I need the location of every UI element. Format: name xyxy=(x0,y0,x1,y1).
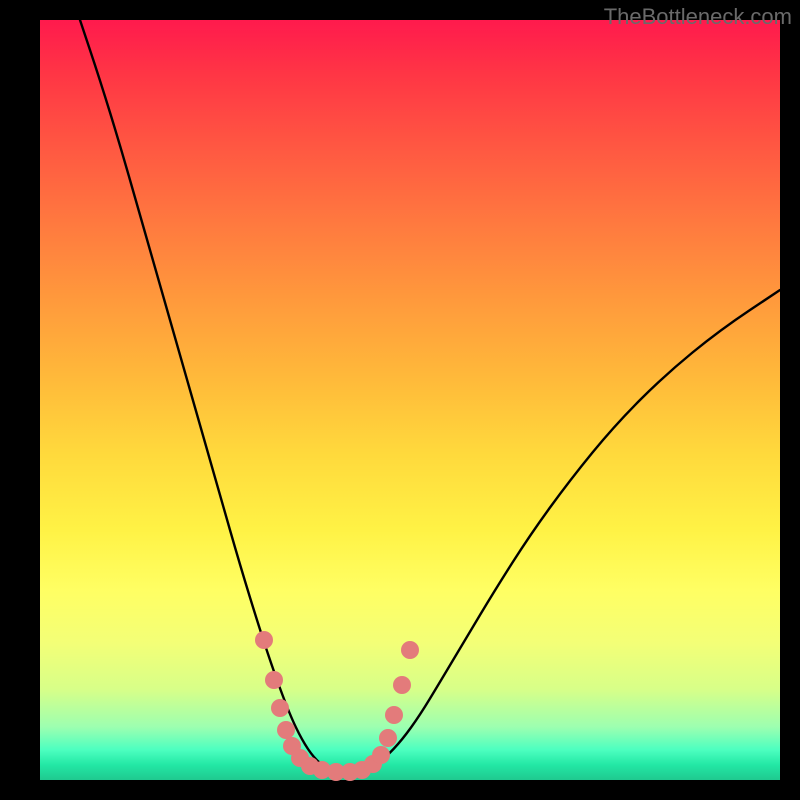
curve-svg xyxy=(40,20,780,780)
highlight-dot xyxy=(271,699,289,717)
highlight-dot xyxy=(379,729,397,747)
highlight-dot xyxy=(401,641,419,659)
highlight-dot xyxy=(265,671,283,689)
highlight-dot xyxy=(385,706,403,724)
highlight-dot xyxy=(255,631,273,649)
bottleneck-curve xyxy=(80,20,780,772)
watermark-text: TheBottleneck.com xyxy=(604,4,792,30)
highlight-dots xyxy=(255,631,419,781)
highlight-dot xyxy=(393,676,411,694)
highlight-dot xyxy=(277,721,295,739)
plot-area xyxy=(40,20,780,780)
highlight-dot xyxy=(372,746,390,764)
chart-frame: TheBottleneck.com xyxy=(0,0,800,800)
